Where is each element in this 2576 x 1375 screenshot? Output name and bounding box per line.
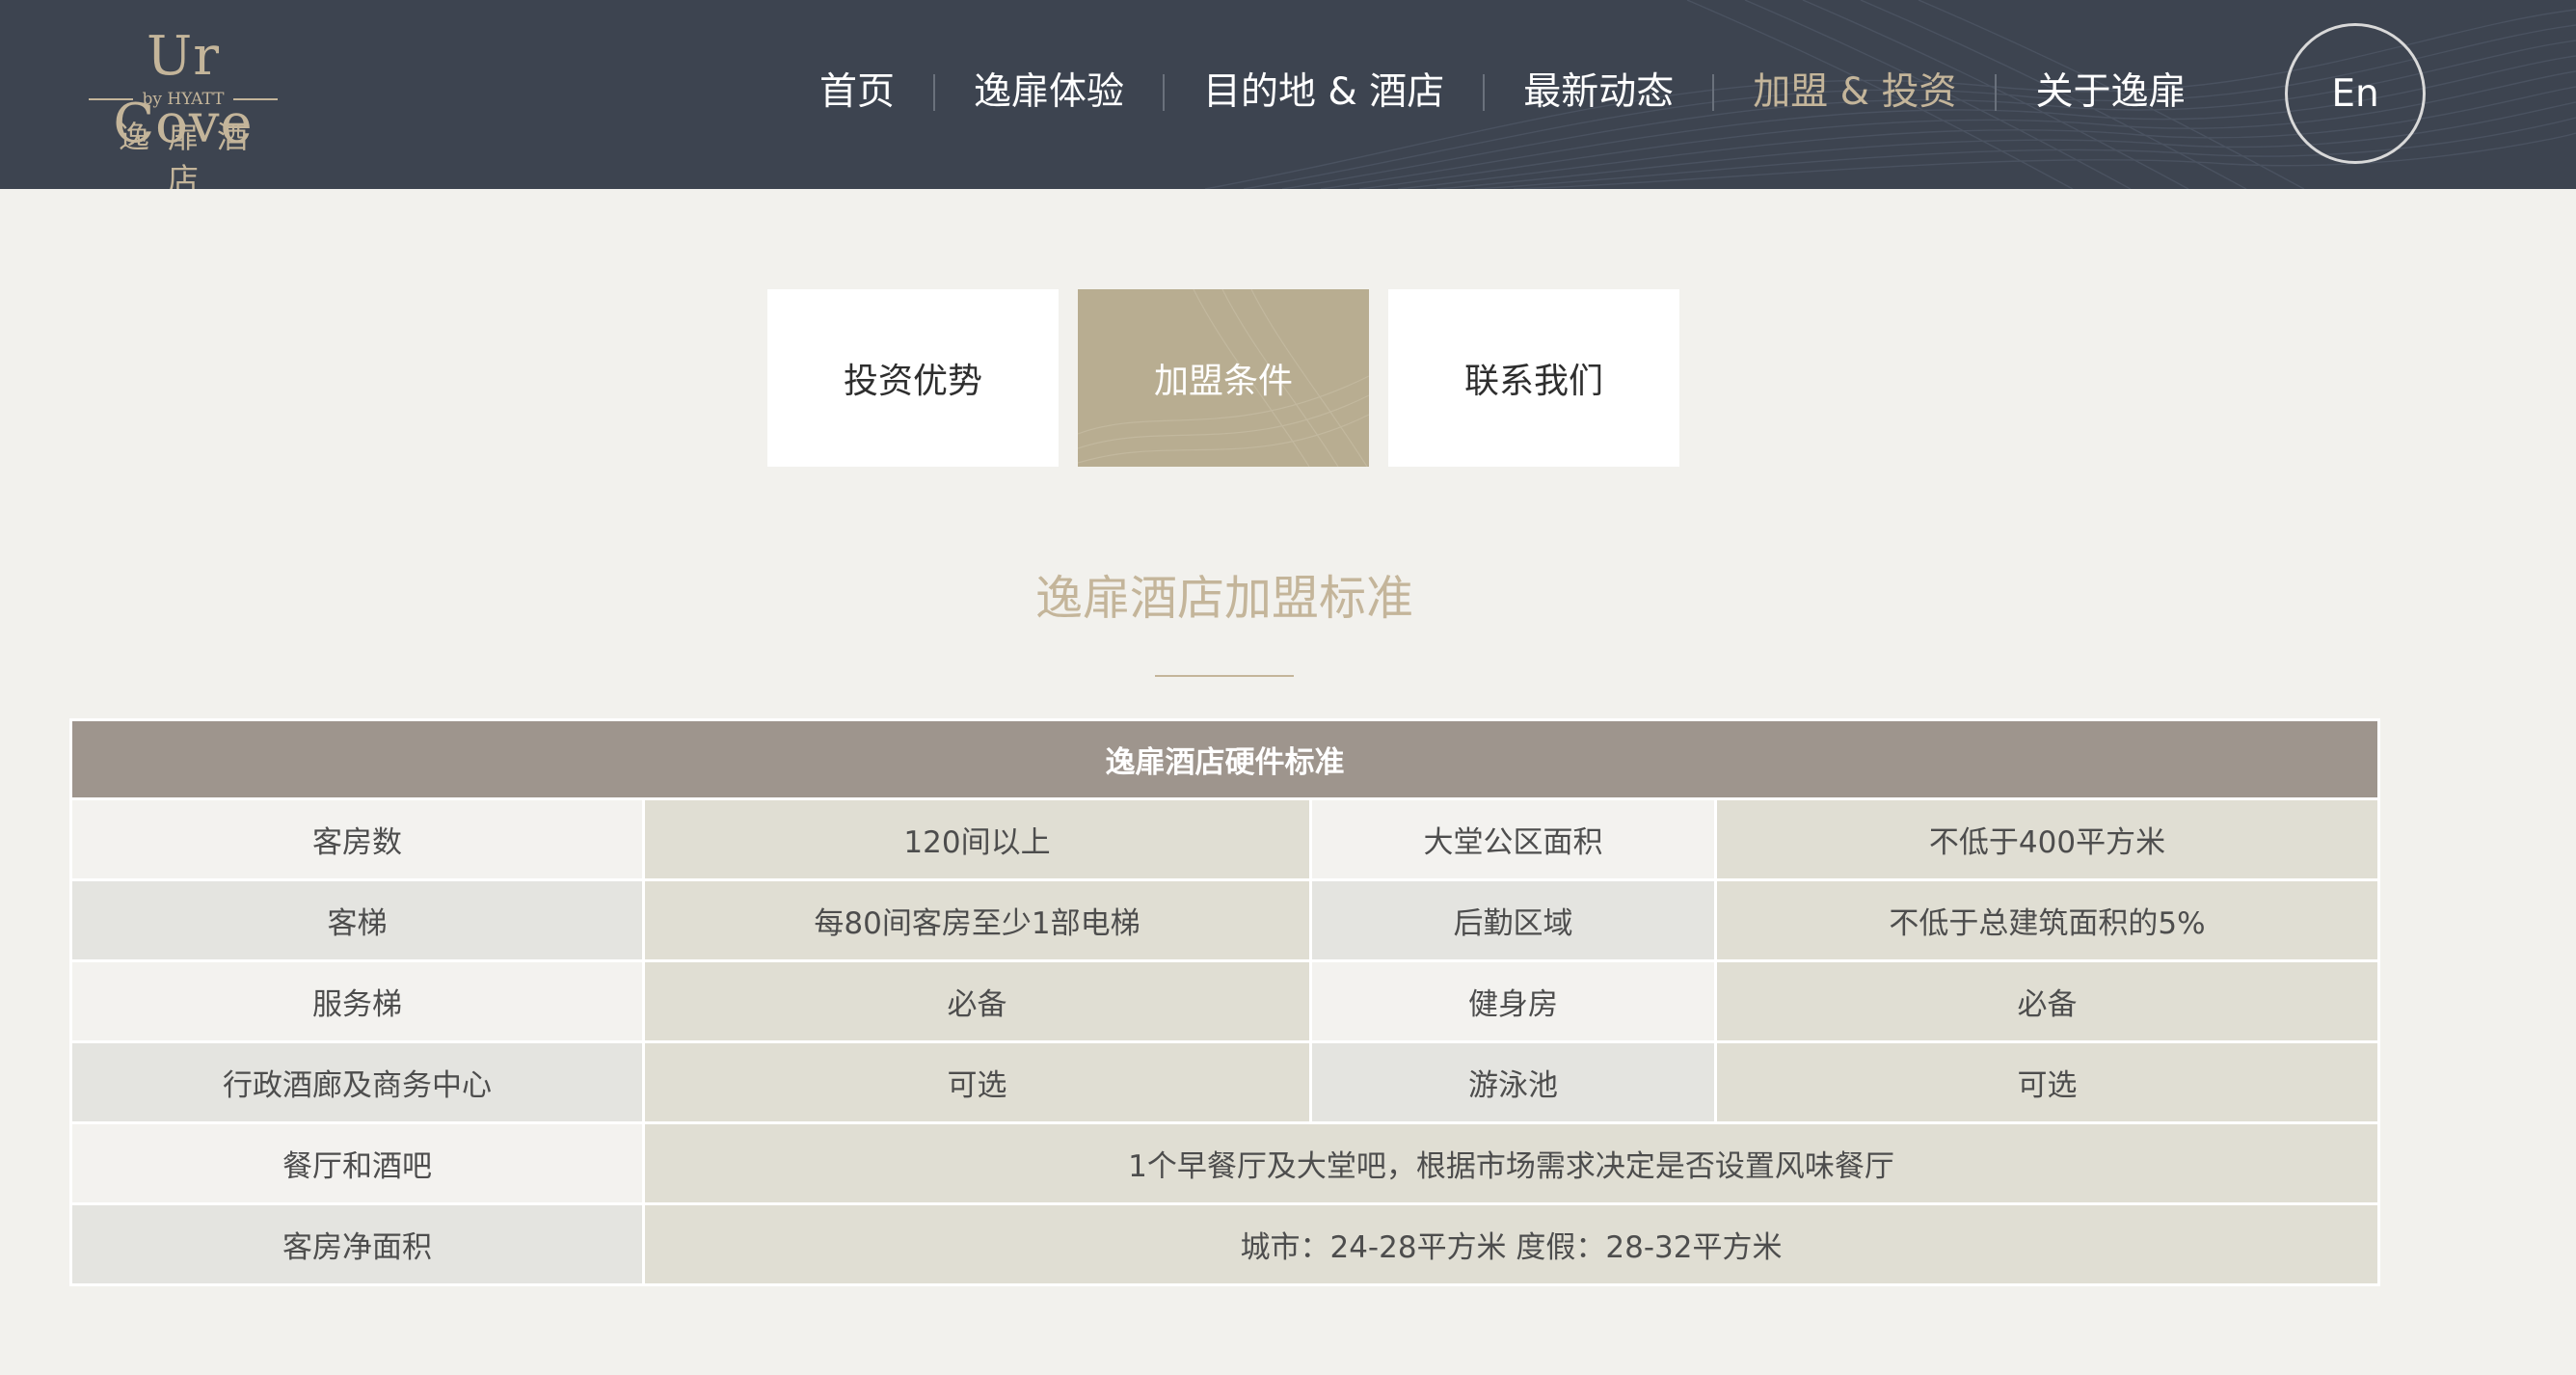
nav-divider	[933, 74, 936, 111]
table-cell-value: 必备	[1714, 959, 2380, 1043]
table-cell-label: 客梯	[69, 878, 645, 962]
table-cell-value: 城市：24-28平方米 度假：28-32平方米	[642, 1202, 2380, 1286]
table-cell-label: 客房净面积	[69, 1202, 645, 1286]
nav-divider	[1712, 74, 1715, 111]
logo-chinese-text: 逸扉酒店	[118, 119, 266, 189]
table-cell-label: 餐厅和酒吧	[69, 1121, 645, 1205]
section-title: 逸扉酒店加盟标准	[1034, 571, 1413, 626]
table-cell-label: 健身房	[1309, 959, 1717, 1043]
table-row: 客梯 每80间客房至少1部电梯 后勤区域 不低于总建筑面积的5%	[69, 878, 2380, 962]
table-row: 客房数 120间以上 大堂公区面积 不低于400平方米	[69, 797, 2380, 881]
language-toggle-button[interactable]: En	[2285, 23, 2426, 164]
table-cell-label: 客房数	[69, 797, 645, 881]
nav-item-home[interactable]: 首页	[819, 58, 895, 127]
table-row: 客房净面积 城市：24-28平方米 度假：28-32平方米	[69, 1202, 2380, 1286]
table-header-row: 逸扉酒店硬件标准	[69, 718, 2380, 800]
nav-item-experience[interactable]: 逸扉体验	[974, 58, 1124, 127]
logo-by-line: by HYATT	[87, 89, 280, 110]
site-header: Ur Cove by HYATT 逸扉酒店 首页 逸扉体验 目的地 & 酒店 最…	[0, 0, 2576, 189]
franchise-tabs: 投资优势 加盟条件 联系我们	[767, 289, 1679, 467]
table-cell-label: 行政酒廊及商务中心	[69, 1040, 645, 1124]
nav-item-franchise[interactable]: 加盟 & 投资	[1753, 58, 1956, 127]
nav-item-news[interactable]: 最新动态	[1523, 58, 1674, 127]
section-title-divider	[1155, 675, 1294, 677]
tab-label: 联系我们	[1463, 362, 1603, 401]
table-cell-value: 1个早餐厅及大堂吧，根据市场需求决定是否设置风味餐厅	[642, 1121, 2380, 1205]
logo-by-text: by HYATT	[142, 90, 225, 109]
nav-item-destinations[interactable]: 目的地 & 酒店	[1203, 58, 1444, 127]
table-cell-label: 游泳池	[1309, 1040, 1717, 1124]
table-cell-value: 每80间客房至少1部电梯	[642, 878, 1312, 962]
nav-item-about[interactable]: 关于逸扉	[2035, 58, 2186, 127]
hardware-standards-table: 逸扉酒店硬件标准 客房数 120间以上 大堂公区面积 不低于400平方米 客梯 …	[69, 718, 2380, 1286]
tab-investment-advantages[interactable]: 投资优势	[767, 289, 1059, 467]
table-cell-value: 不低于400平方米	[1714, 797, 2380, 881]
table-cell-value: 120间以上	[642, 797, 1312, 881]
tab-label: 投资优势	[843, 362, 982, 401]
table-cell-label: 后勤区域	[1309, 878, 1717, 962]
nav-divider	[1163, 74, 1166, 111]
table-row: 餐厅和酒吧 1个早餐厅及大堂吧，根据市场需求决定是否设置风味餐厅	[69, 1121, 2380, 1205]
tab-franchise-conditions[interactable]: 加盟条件	[1078, 289, 1369, 467]
table-cell-value: 可选	[1714, 1040, 2380, 1124]
table-row: 服务梯 必备 健身房 必备	[69, 959, 2380, 1043]
logo-rule-right	[233, 98, 279, 100]
table-header: 逸扉酒店硬件标准	[69, 718, 2380, 800]
table-cell-value: 可选	[642, 1040, 1312, 1124]
tab-label: 加盟条件	[1153, 362, 1293, 401]
table-cell-label: 大堂公区面积	[1309, 797, 1717, 881]
table-cell-label: 服务梯	[69, 959, 645, 1043]
main-nav: 首页 逸扉体验 目的地 & 酒店 最新动态 加盟 & 投资 关于逸扉	[819, 58, 2187, 127]
urcove-logo[interactable]: Ur Cove by HYATT 逸扉酒店	[87, 23, 280, 189]
logo-rule-left	[88, 98, 133, 100]
nav-divider	[1995, 74, 1998, 111]
table-cell-value: 不低于总建筑面积的5%	[1714, 878, 2380, 962]
table-cell-value: 必备	[642, 959, 1312, 1043]
table-row: 行政酒廊及商务中心 可选 游泳池 可选	[69, 1040, 2380, 1124]
tab-contact-us[interactable]: 联系我们	[1388, 289, 1679, 467]
nav-divider	[1483, 74, 1486, 111]
